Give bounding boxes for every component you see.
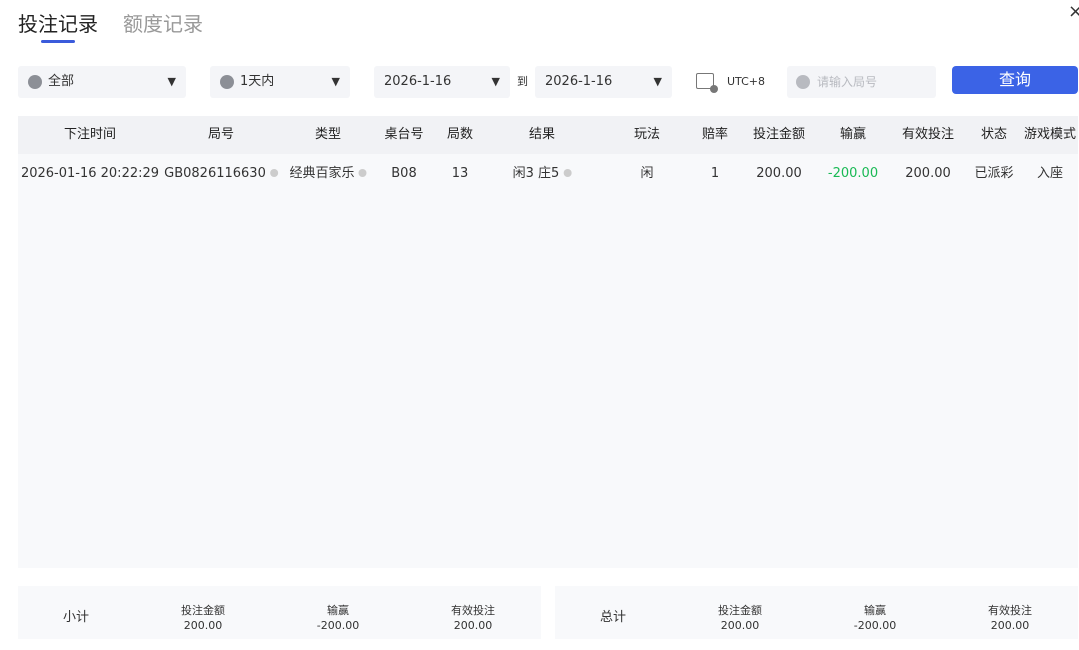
subtotal-valid-caption: 有效投注	[451, 604, 495, 617]
col-header-status: 状态	[980, 127, 1008, 142]
result-text: 闲3 庄5	[512, 166, 560, 181]
time-range-select[interactable]: 1天内 ▼	[210, 66, 350, 98]
cell-bet-amount: 200.00	[756, 166, 802, 181]
date-to-select[interactable]: 2026-1-16 ▼	[535, 66, 672, 98]
category-icon	[28, 75, 42, 89]
table-header: 下注时间 局号 类型 桌台号 局数 结果 玩法 赔率 投注金额 输赢 有效投注 …	[18, 116, 1078, 154]
game-type-select[interactable]: 全部 ▼	[18, 66, 186, 98]
query-button[interactable]: 查询	[952, 66, 1078, 94]
tab-bet-records[interactable]: 投注记录	[18, 10, 98, 38]
round-search-box	[787, 66, 936, 98]
total-valid-caption: 有效投注	[988, 604, 1032, 617]
cell-mode: 入座	[1036, 166, 1064, 181]
chevron-down-icon: ▼	[653, 75, 662, 88]
total-win-value: -200.00	[853, 619, 897, 632]
col-header-play: 玩法	[633, 127, 661, 142]
subtotal-win-caption: 输赢	[327, 604, 349, 617]
play-video-icon[interactable]	[358, 168, 367, 177]
table-row: 2026-01-16 20:22:29 GB0826116630 经典百家乐 B…	[18, 154, 1078, 194]
cell-win-loss: -200.00	[827, 166, 879, 181]
close-icon[interactable]: ×	[1068, 2, 1079, 22]
timezone-label: UTC+8	[727, 75, 766, 88]
subtotal-bet-caption: 投注金额	[181, 604, 225, 617]
game-type-value: 全部	[48, 74, 75, 89]
subtotal-panel: 小计 投注金额 200.00 输赢 -200.00 有效投注 200.00	[18, 586, 541, 639]
type-text: 经典百家乐	[289, 166, 355, 181]
cell-valid-bet: 200.00	[905, 166, 951, 181]
total-bet-value: 200.00	[720, 619, 760, 632]
copy-icon[interactable]	[269, 168, 278, 177]
round-id-text: GB0826116630	[164, 166, 266, 181]
cell-table-no: B08	[391, 166, 417, 181]
cell-type: 经典百家乐	[289, 154, 367, 194]
cell-play: 闲	[640, 166, 654, 181]
bet-records-table: 下注时间 局号 类型 桌台号 局数 结果 玩法 赔率 投注金额 输赢 有效投注 …	[18, 116, 1078, 568]
round-search-input[interactable]	[817, 66, 927, 98]
col-header-mode: 游戏模式	[1023, 127, 1077, 142]
subtotal-win-value: -200.00	[316, 619, 360, 632]
clock-icon	[220, 75, 234, 89]
calendar-timezone-icon[interactable]	[696, 73, 718, 93]
date-from-select[interactable]: 2026-1-16 ▼	[374, 66, 510, 98]
time-range-value: 1天内	[240, 74, 275, 89]
subtotal-bet-value: 200.00	[183, 619, 223, 632]
col-header-valid-bet: 有效投注	[901, 127, 955, 142]
chevron-down-icon: ▼	[167, 75, 176, 88]
cell-time: 2026-01-16 20:22:29	[20, 166, 160, 181]
col-header-odds: 赔率	[701, 127, 729, 142]
total-bet-caption: 投注金额	[718, 604, 762, 617]
col-header-bet-amount: 投注金额	[752, 127, 806, 142]
total-panel: 总计 投注金额 200.00 输赢 -200.00 有效投注 200.00	[555, 586, 1078, 639]
date-to-value: 2026-1-16	[545, 74, 613, 89]
col-header-result: 结果	[528, 127, 556, 142]
chevron-down-icon: ▼	[331, 75, 340, 88]
col-header-round-id: 局号	[207, 127, 235, 142]
cell-round-id: GB0826116630	[164, 154, 278, 194]
chevron-down-icon: ▼	[491, 75, 500, 88]
total-label: 总计	[599, 610, 627, 625]
date-range-to-label: 到	[517, 75, 528, 88]
col-header-type: 类型	[314, 127, 342, 142]
col-header-time: 下注时间	[63, 127, 117, 142]
subtotal-valid-value: 200.00	[453, 619, 493, 632]
date-from-value: 2026-1-16	[384, 74, 452, 89]
col-header-table-no: 桌台号	[384, 127, 424, 142]
cell-result: 闲3 庄5	[513, 154, 572, 194]
search-icon	[796, 75, 810, 89]
col-header-win-loss: 输赢	[839, 127, 867, 142]
subtotal-label: 小计	[62, 610, 90, 625]
cell-round-count: 13	[451, 166, 469, 181]
cell-odds: 1	[710, 166, 720, 181]
active-tab-indicator	[41, 40, 75, 43]
cell-status: 已派彩	[974, 166, 1014, 181]
total-win-caption: 输赢	[864, 604, 886, 617]
total-valid-value: 200.00	[990, 619, 1030, 632]
tab-credit-records[interactable]: 额度记录	[123, 10, 203, 38]
col-header-round-count: 局数	[446, 127, 474, 142]
info-icon[interactable]	[563, 168, 572, 177]
